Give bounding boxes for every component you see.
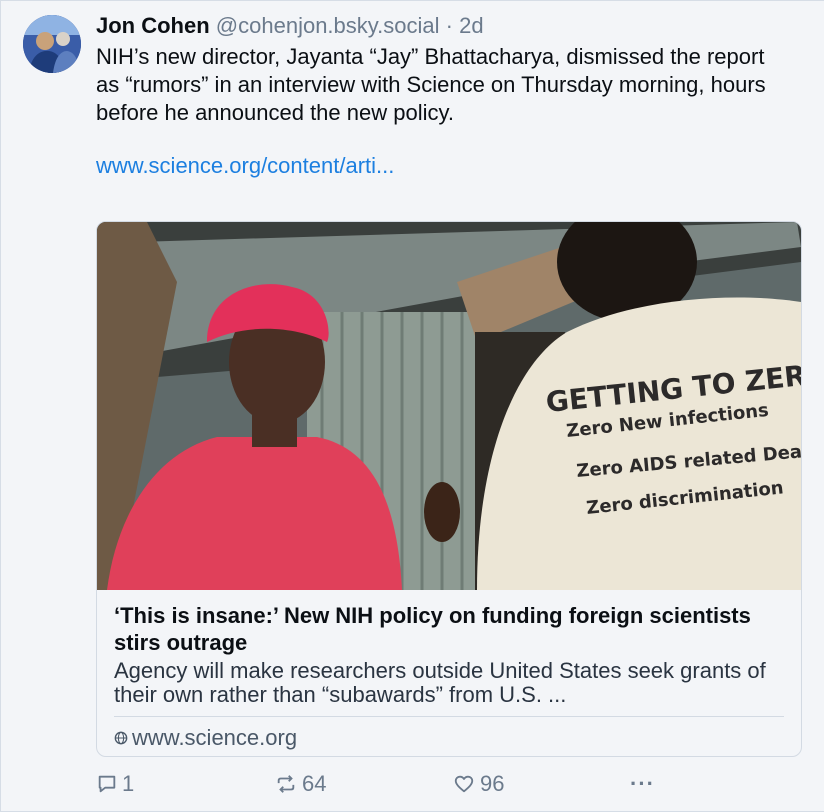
reply-count: 1 — [122, 771, 135, 796]
author-handle[interactable]: @cohenjon.bsky.social — [216, 13, 440, 38]
more-options-button[interactable]: ··· — [630, 769, 655, 799]
post-header: Jon Cohen @cohenjon.bsky.social · 2d — [96, 11, 801, 41]
card-domain-text: www.science.org — [132, 725, 298, 750]
card-divider — [114, 716, 784, 717]
card-image: GETTING TO ZERO Zero New infections Zero… — [97, 222, 801, 590]
post-link[interactable]: www.science.org/content/arti... — [96, 151, 801, 181]
header-separator: · — [445, 13, 453, 38]
repost-button[interactable]: 64 — [274, 769, 326, 799]
like-count: 96 — [480, 771, 505, 796]
post-content: Jon Cohen @cohenjon.bsky.social · 2d NIH… — [96, 11, 802, 757]
like-button[interactable]: 96 — [452, 769, 504, 799]
post[interactable]: Jon Cohen @cohenjon.bsky.social · 2d NIH… — [0, 0, 824, 812]
globe-icon — [114, 731, 128, 745]
post-timestamp[interactable]: 2d — [459, 13, 483, 38]
post-text: NIH’s new director, Jayanta “Jay” Bhatta… — [96, 44, 766, 125]
post-actions: 1 64 96 ··· — [96, 769, 696, 803]
avatar[interactable] — [23, 15, 81, 73]
card-domain: www.science.org — [114, 724, 297, 752]
link-preview-card[interactable]: GETTING TO ZERO Zero New infections Zero… — [96, 221, 802, 757]
ellipsis-icon: ··· — [630, 771, 655, 796]
repost-count: 64 — [302, 771, 327, 796]
reply-button[interactable]: 1 — [96, 769, 134, 799]
speech-bubble-icon — [98, 775, 116, 793]
card-description: Agency will make researchers outside Uni… — [114, 659, 766, 707]
repost-arrows-icon — [277, 775, 295, 793]
card-title: ‘This is insane:’ New NIH policy on fund… — [114, 603, 751, 655]
heart-icon — [454, 775, 474, 793]
avatar-image — [23, 15, 81, 73]
author-name[interactable]: Jon Cohen — [96, 13, 210, 38]
